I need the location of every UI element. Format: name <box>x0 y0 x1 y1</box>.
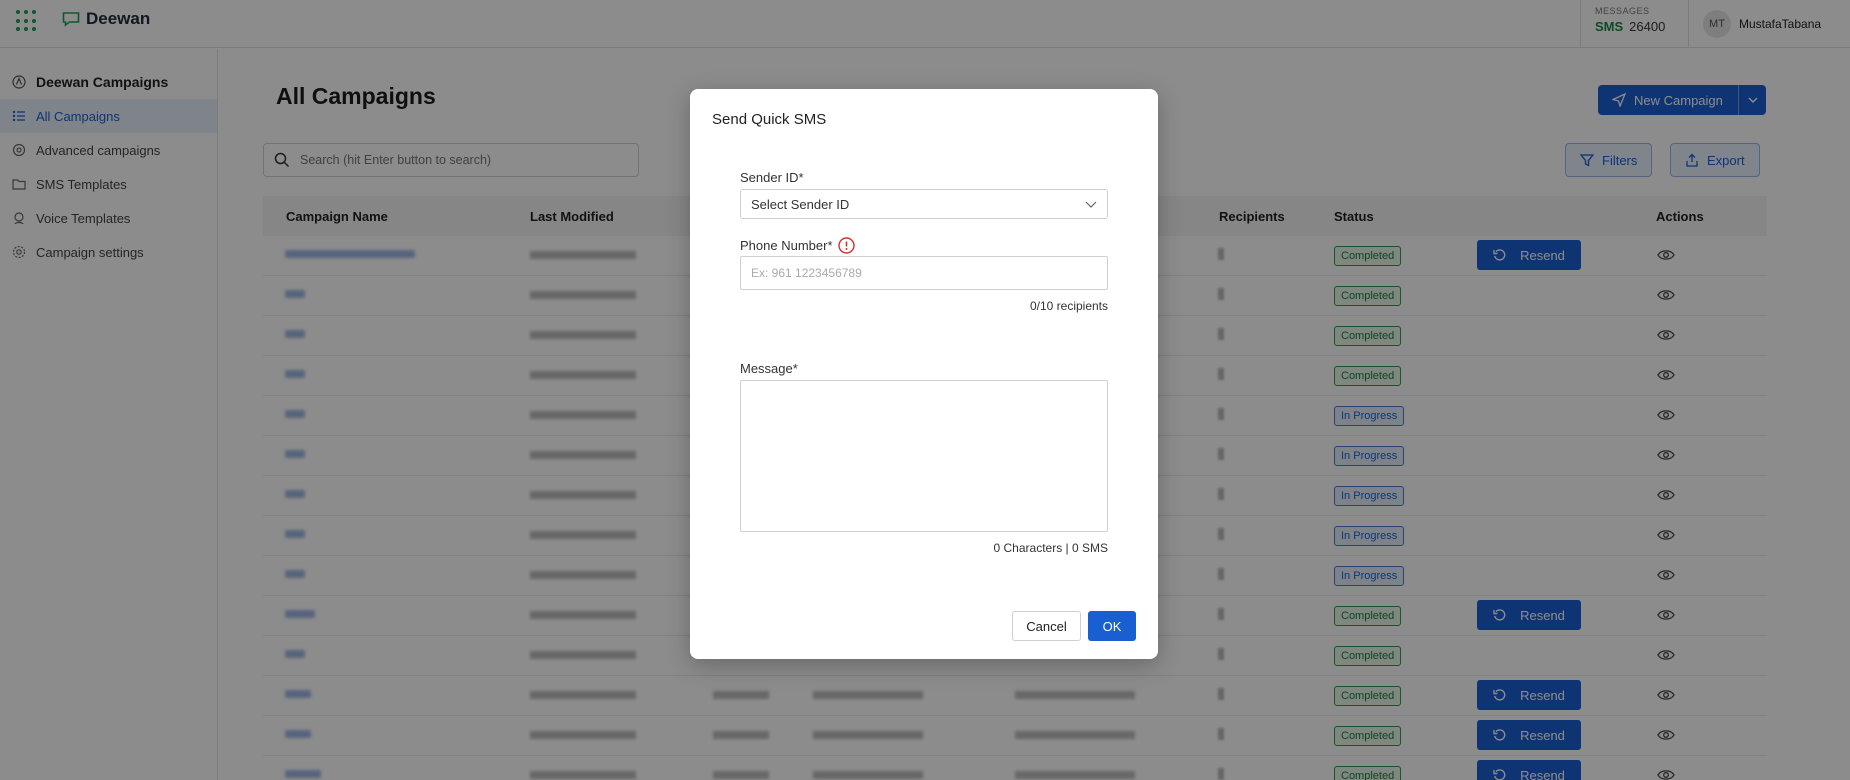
sender-id-select[interactable]: Select Sender ID <box>740 189 1108 219</box>
phone-number-label: Phone Number* <box>740 238 833 253</box>
chevron-down-icon <box>1085 201 1097 208</box>
message-textarea[interactable] <box>740 380 1108 532</box>
ok-button[interactable]: OK <box>1088 611 1136 641</box>
cancel-button[interactable]: Cancel <box>1012 611 1081 641</box>
recipients-counter: 0/10 recipients <box>1029 299 1108 313</box>
dialog-title: Send Quick SMS <box>712 111 827 128</box>
sender-id-placeholder: Select Sender ID <box>751 196 850 212</box>
error-icon <box>837 237 855 254</box>
send-quick-sms-dialog: Send Quick SMS Sender ID* Select Sender … <box>690 89 1158 659</box>
sender-id-label: Sender ID* <box>740 170 804 185</box>
phone-number-input[interactable] <box>740 256 1108 290</box>
character-counter: 0 Characters | 0 SMS <box>993 541 1109 555</box>
message-label: Message* <box>740 361 798 376</box>
